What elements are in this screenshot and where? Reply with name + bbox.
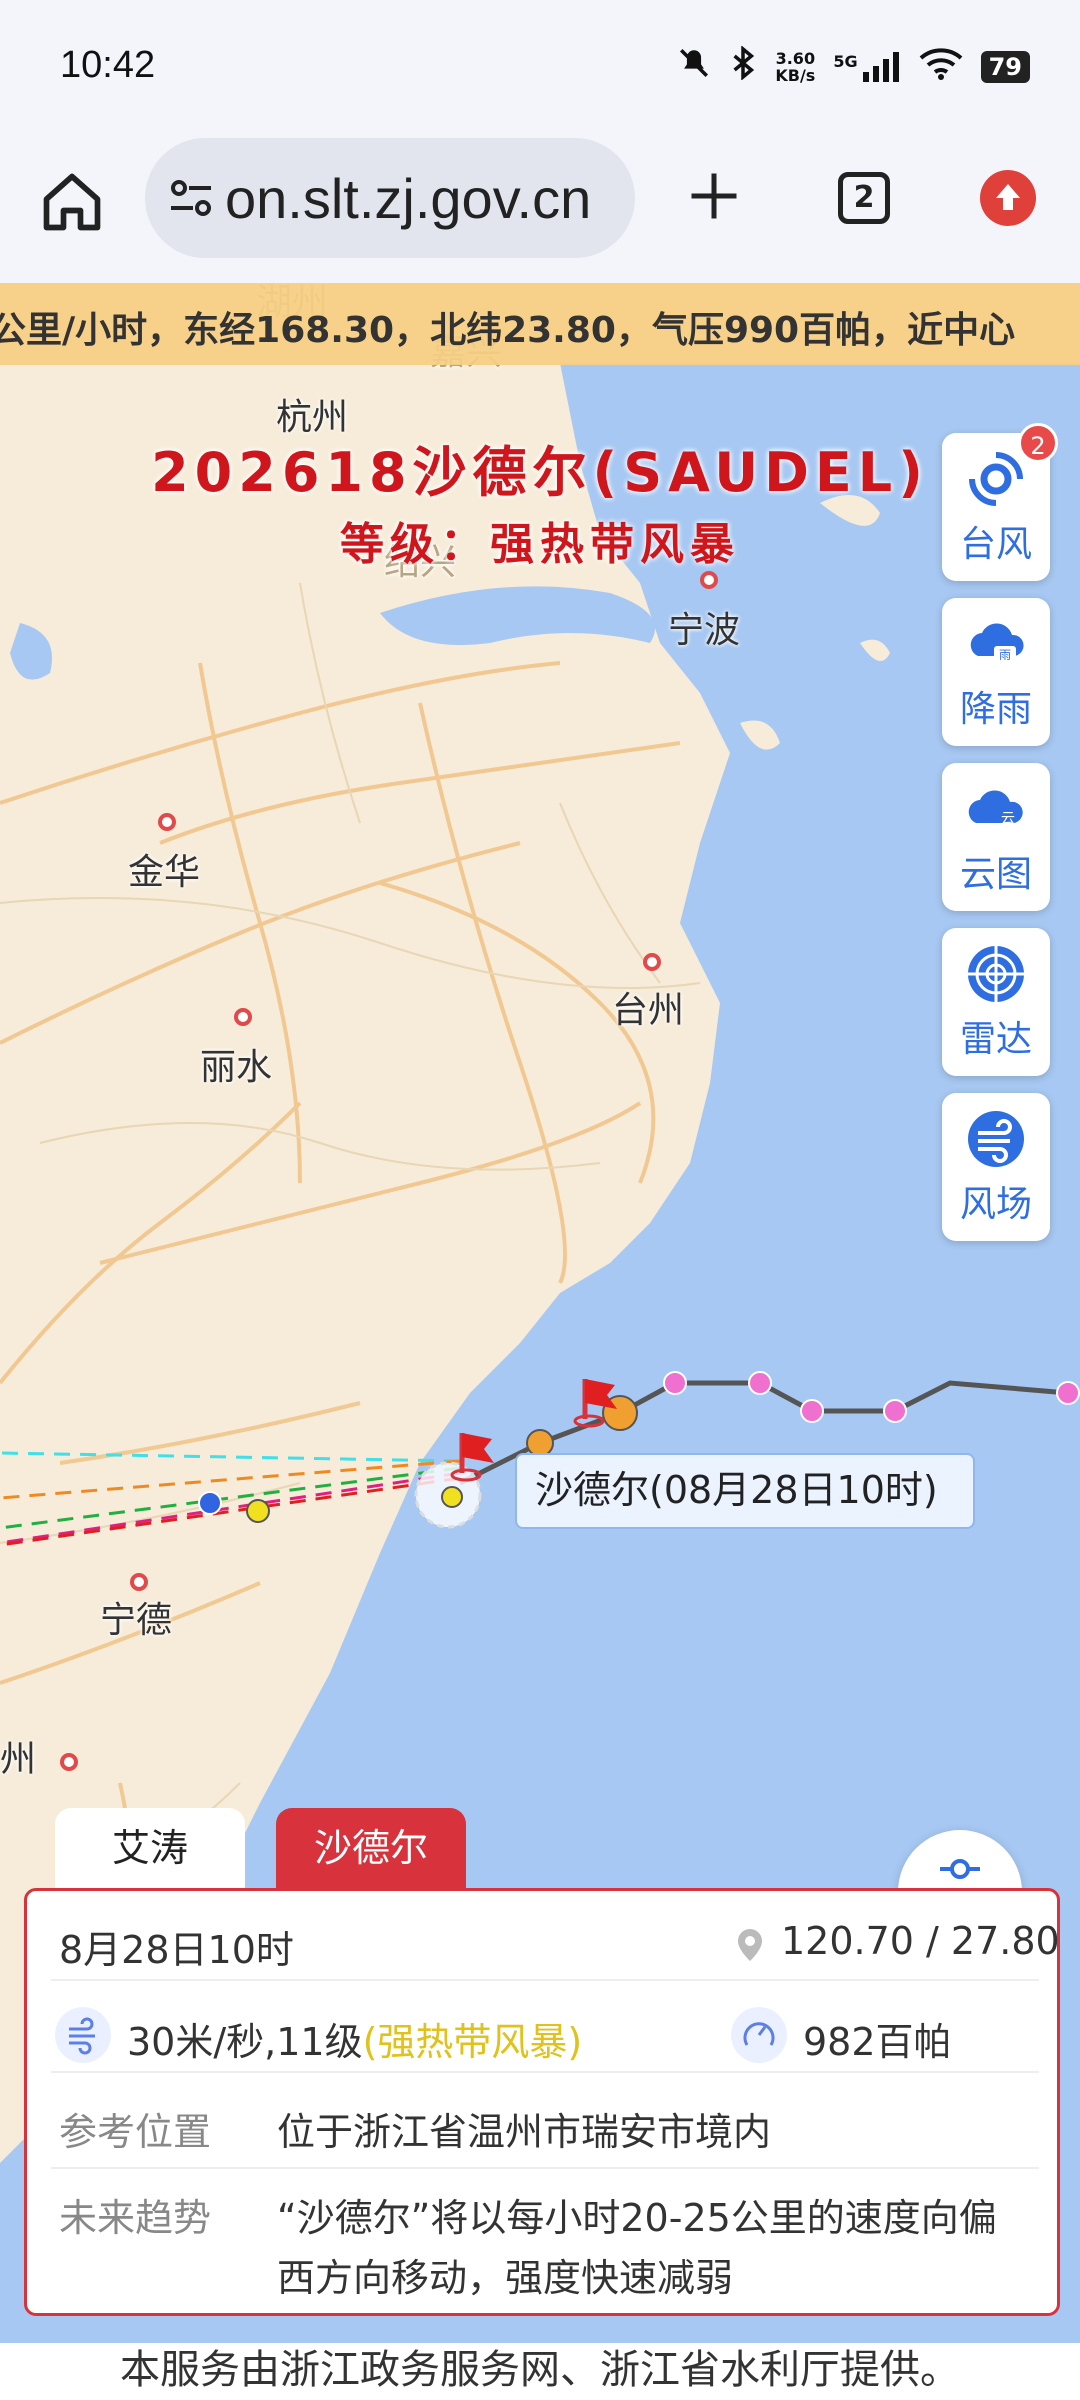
svg-text:云: 云 <box>1001 811 1015 827</box>
storm-info-panel: 8月28日10时 120.70 / 27.80 30米/秒,11级(强热带风暴)… <box>24 1888 1060 2316</box>
typhoon-layer-button[interactable]: 台风 2 <box>942 423 1058 581</box>
city-dot <box>130 1573 148 1591</box>
typhoon-layer-label: 台风 <box>959 524 1032 565</box>
home-button[interactable] <box>38 168 106 236</box>
update-button[interactable] <box>980 170 1036 226</box>
typhoon-icon <box>964 447 1028 511</box>
trend-line-2: 西方向移动，强度快速减弱 <box>277 2256 734 2300</box>
legend-icon <box>898 1854 1022 1888</box>
tab-saudel[interactable]: 沙德尔 <box>276 1808 466 1888</box>
location-pin-icon <box>735 1927 765 1967</box>
city-label: 台州 <box>612 990 685 1031</box>
info-pressure: 982百帕 <box>803 2020 952 2064</box>
signal-icon: 5G <box>833 51 900 82</box>
ticker-banner: 公里/小时，东经168.30，北纬23.80，气压990百帕，近中心 <box>0 283 1080 365</box>
city-dot <box>700 571 718 589</box>
trend-label: 未来趋势 <box>59 2196 212 2240</box>
city-dot <box>158 813 176 831</box>
url-text: on.slt.zj.gov.cn <box>225 167 592 230</box>
new-tab-button[interactable] <box>684 166 744 226</box>
radar-icon <box>964 942 1028 1006</box>
bluetooth-icon <box>729 45 757 87</box>
browser-toolbar: on.slt.zj.gov.cn 2 <box>0 138 1080 283</box>
net-speed: 3.60 KB/s <box>775 48 816 85</box>
trend-line-1: “沙德尔”将以每小时20-25公里的速度向偏 <box>277 2196 997 2240</box>
battery-indicator: 79 <box>980 50 1030 83</box>
status-icons: 3.60 KB/s 5G 79 <box>677 45 1030 87</box>
info-wind-level: (强热带风暴) <box>362 2020 583 2064</box>
status-time: 10:42 <box>60 44 156 86</box>
info-coords: 120.70 / 27.80 <box>781 1919 1060 1963</box>
city-dot <box>643 953 661 971</box>
info-row-trend: 未来趋势 “沙德尔”将以每小时20-25公里的速度向偏 西方向移动，强度快速减弱 <box>51 2187 1039 2307</box>
storm-title: 202618沙德尔(SAUDEL) <box>151 441 929 504</box>
footer-text: 本服务由浙江政务服务网、浙江省水利厅提供。 <box>0 2343 1080 2400</box>
info-row-time: 8月28日10时 120.70 / 27.80 <box>51 1911 1060 1981</box>
ref-value: 位于浙江省温州市瑞安市境内 <box>277 2110 772 2154</box>
site-settings-icon[interactable] <box>167 174 215 222</box>
info-row-wind: 30米/秒,11级(强热带风暴) 982百帕 <box>51 2003 1039 2073</box>
current-position-marker[interactable] <box>414 1461 482 1529</box>
city-dot <box>234 1008 252 1026</box>
pressure-icon <box>731 2007 787 2063</box>
city-label: 宁波 <box>668 610 741 651</box>
rain-layer-label: 降雨 <box>959 689 1032 730</box>
wind-layer-label: 风场 <box>959 1184 1032 1225</box>
tab-aitao[interactable]: 艾涛 <box>55 1808 245 1888</box>
status-bar: 10:42 3.60 KB/s 5G 79 <box>0 0 1080 140</box>
cloud-icon: 云 <box>964 777 1028 841</box>
rain-layer-button[interactable]: 雨 降雨 <box>942 598 1050 746</box>
address-bar[interactable]: on.slt.zj.gov.cn <box>145 138 635 258</box>
tab-switcher-button[interactable]: 2 <box>838 172 890 224</box>
cloud-layer-label: 云图 <box>959 854 1032 895</box>
city-label: 宁德 <box>100 1600 173 1641</box>
svg-text:雨: 雨 <box>999 648 1011 662</box>
wind-speed-icon <box>55 2007 111 2063</box>
radar-layer-button[interactable]: 雷达 <box>942 928 1050 1076</box>
info-row-reference: 参考位置 位于浙江省温州市瑞安市境内 <box>51 2091 1039 2169</box>
storm-position-label[interactable]: 沙德尔(08月28日10时) <box>515 1453 975 1529</box>
info-wind: 30米/秒,11级(强热带风暴) <box>127 2020 583 2064</box>
cloud-layer-button[interactable]: 云 云图 <box>942 763 1050 911</box>
mute-icon <box>677 46 711 87</box>
info-time: 8月28日10时 <box>59 1928 294 1972</box>
radar-layer-label: 雷达 <box>959 1019 1032 1060</box>
wifi-icon <box>919 46 963 87</box>
wind-icon <box>964 1107 1028 1171</box>
wind-layer-button[interactable]: 风场 <box>942 1093 1050 1241</box>
typhoon-count-badge: 2 <box>1018 423 1058 463</box>
ref-label: 参考位置 <box>59 2110 212 2154</box>
city-label: 丽水 <box>200 1047 273 1088</box>
storm-level: 等级：强热带风暴 <box>340 519 740 570</box>
city-label: 福州 <box>0 1739 37 1780</box>
city-label: 金华 <box>128 852 201 893</box>
city-dot <box>60 1753 78 1771</box>
ticker-text: 公里/小时，东经168.30，北纬23.80，气压990百帕，近中心 <box>0 310 1016 351</box>
rain-cloud-icon: 雨 <box>964 612 1028 676</box>
